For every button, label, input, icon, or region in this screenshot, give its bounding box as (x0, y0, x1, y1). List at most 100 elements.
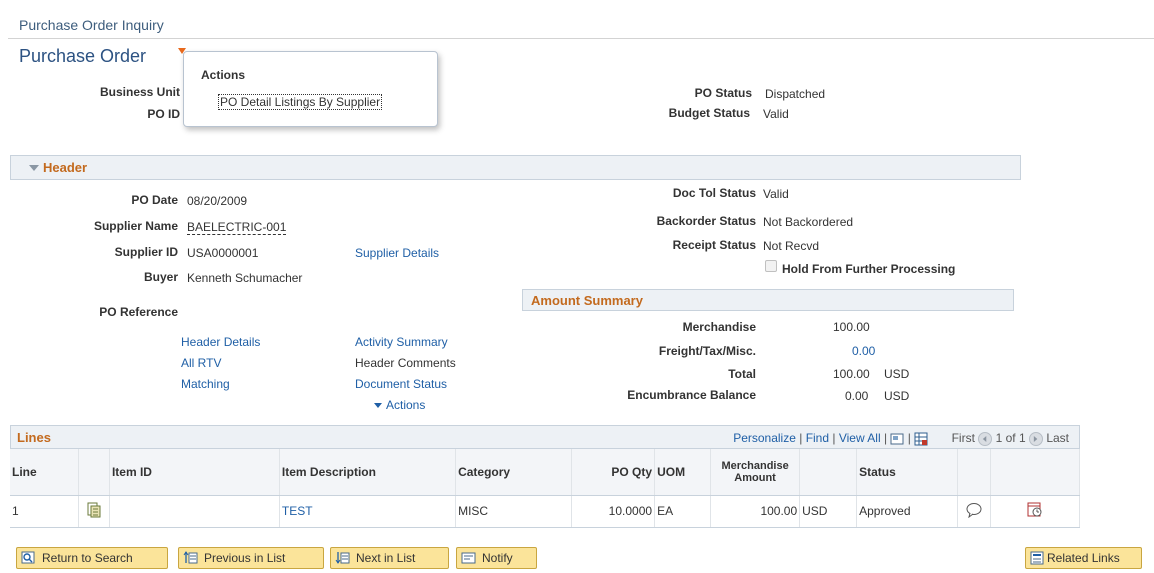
hold-label: Hold From Further Processing (782, 262, 956, 276)
title-divider (8, 38, 1154, 39)
supplier-name-value[interactable]: BAELECTRIC-001 (187, 220, 287, 235)
activity-summary-link[interactable]: Activity Summary (355, 335, 448, 349)
po-status-value: Dispatched (765, 87, 826, 101)
cell-po-qty: 10.0000 (571, 495, 656, 528)
po-id-label: PO ID (147, 107, 180, 121)
return-to-search-label: Return to Search (42, 551, 133, 565)
col-item-description: Item Description (279, 449, 457, 496)
total-label: Total (728, 367, 756, 381)
col-po-qty: PO Qty (571, 449, 656, 496)
first-label: First (951, 431, 975, 445)
matching-link[interactable]: Matching (181, 377, 230, 391)
cell-currency: USD (799, 495, 858, 528)
header-details-link[interactable]: Header Details (181, 335, 260, 349)
col-schedule (990, 449, 1081, 496)
cell-line: 1 (10, 495, 79, 528)
table-row: 1 TEST MISC 10.0000 EA 100.00 USD Approv… (10, 495, 1081, 528)
backorder-status-label: Backorder Status (656, 214, 756, 228)
header-section-title: Header (43, 160, 88, 175)
buyer-label: Buyer (143, 270, 178, 284)
actions-menu-link[interactable]: Actions (374, 398, 425, 412)
doc-tol-status-value: Valid (763, 187, 789, 201)
grid-navigation: Personalize | Find | View All | | First … (733, 431, 1069, 446)
col-currency (799, 449, 858, 496)
line-details-icon[interactable] (86, 502, 102, 518)
budget-status-label: Budget Status (668, 106, 750, 120)
find-link[interactable]: Find (806, 431, 829, 445)
doc-tol-status-label: Doc Tol Status (672, 186, 756, 200)
total-currency: USD (884, 367, 910, 381)
view-all-link[interactable]: View All (839, 431, 881, 445)
col-icon (78, 449, 110, 496)
header-section-bar[interactable]: Header (10, 155, 1021, 180)
cell-comment-cell (957, 495, 991, 528)
encumbrance-balance-label: Encumbrance Balance (627, 388, 756, 402)
cell-item-id (109, 495, 280, 528)
cell-item-description-link[interactable]: TEST (279, 495, 457, 528)
popup-item-po-detail-listings[interactable]: PO Detail Listings By Supplier (218, 94, 383, 110)
lines-grid-title: Lines (17, 430, 51, 445)
header-comments-label: Header Comments (355, 356, 456, 370)
next-list-icon (335, 552, 350, 564)
zoom-grid-icon[interactable] (890, 432, 904, 446)
lines-grid-header: Lines Personalize | Find | View All | | … (10, 425, 1080, 449)
next-row-icon[interactable] (1028, 431, 1043, 446)
merchandise-value: 100.00 (833, 320, 870, 334)
po-status-label: PO Status (694, 86, 752, 100)
po-reference-label: PO Reference (99, 305, 178, 319)
all-rtv-link[interactable]: All RTV (181, 356, 221, 370)
hold-checkbox[interactable] (765, 260, 777, 272)
next-in-list-button[interactable]: Next in List (330, 547, 449, 569)
previous-row-icon[interactable] (978, 431, 993, 446)
previous-in-list-label: Previous in List (204, 551, 286, 565)
encumbrance-balance-value: 0.00 (845, 389, 869, 403)
last-label: Last (1046, 431, 1069, 445)
popup-heading: Actions (201, 68, 246, 82)
page-count: 1 of 1 (995, 431, 1026, 445)
schedule-icon[interactable] (1026, 501, 1044, 519)
cell-uom: EA (654, 495, 712, 528)
backorder-status-value: Not Backordered (763, 215, 854, 229)
cell-category: MISC (455, 495, 573, 528)
po-date-value: 08/20/2009 (187, 194, 248, 208)
notify-button[interactable]: Notify (456, 547, 537, 569)
encumbrance-currency: USD (884, 389, 910, 403)
freight-tax-misc-link[interactable]: 0.00 (852, 344, 875, 358)
component-title: Purchase Order (19, 46, 147, 66)
supplier-id-value: USA0000001 (187, 246, 259, 260)
related-links-button[interactable]: Related Links (1025, 547, 1142, 569)
lines-grid: Lines Personalize | Find | View All | | … (10, 425, 1081, 528)
previous-in-list-button[interactable]: Previous in List (178, 547, 324, 569)
return-to-search-button[interactable]: Return to Search (16, 547, 168, 569)
col-line: Line (10, 449, 79, 496)
previous-list-icon (183, 551, 198, 564)
download-excel-icon[interactable] (914, 432, 928, 446)
buyer-value: Kenneth Schumacher (187, 271, 303, 285)
cell-details-icon-cell (78, 495, 110, 528)
comment-bubble-icon[interactable] (965, 502, 983, 518)
col-category: Category (455, 449, 573, 496)
amount-summary-bar: Amount Summary (522, 289, 1014, 311)
col-comment (957, 449, 991, 496)
notify-icon (461, 552, 476, 564)
document-status-link[interactable]: Document Status (355, 377, 447, 391)
search-return-icon (21, 551, 35, 564)
merchandise-label: Merchandise (682, 320, 756, 334)
cell-schedule-cell (990, 495, 1081, 528)
supplier-details-link[interactable]: Supplier Details (355, 246, 439, 260)
cell-amount: 100.00 (710, 495, 801, 528)
col-status: Status (856, 449, 958, 496)
related-links-icon (1030, 551, 1044, 565)
notify-label: Notify (482, 551, 513, 565)
total-value: 100.00 (833, 367, 870, 381)
supplier-id-label: Supplier ID (114, 245, 178, 259)
collapse-triangle-icon[interactable] (29, 165, 39, 171)
personalize-link[interactable]: Personalize (733, 431, 796, 445)
receipt-status-label: Receipt Status (672, 238, 756, 252)
amount-summary-title: Amount Summary (531, 293, 643, 308)
supplier-name-label: Supplier Name (93, 219, 178, 233)
freight-tax-misc-label: Freight/Tax/Misc. (658, 344, 756, 358)
actions-link-label: Actions (386, 398, 426, 412)
col-uom: UOM (654, 449, 712, 496)
next-in-list-label: Next in List (356, 551, 416, 565)
